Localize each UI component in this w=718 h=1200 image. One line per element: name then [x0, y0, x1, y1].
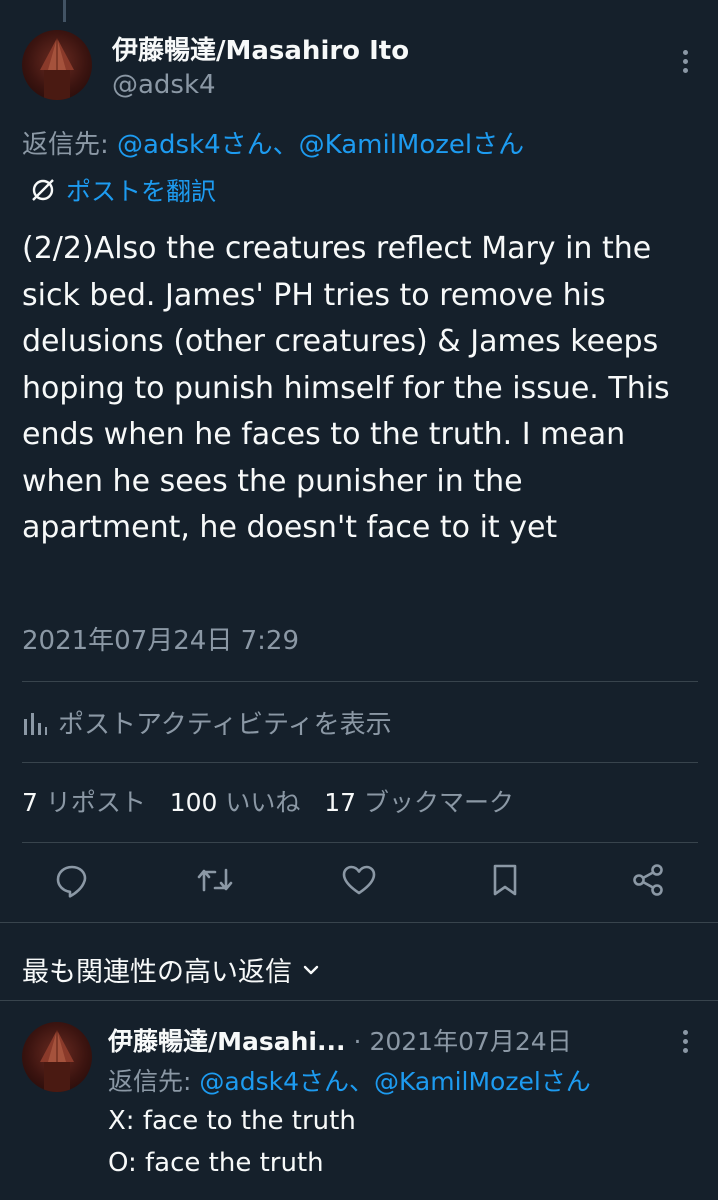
bookmarks-stat[interactable]: 17 ブックマーク — [324, 788, 514, 817]
reply-text-line: X: face to the truth — [108, 1106, 356, 1136]
reposts-label: リポスト — [45, 788, 146, 817]
divider — [0, 1000, 718, 1001]
divider — [22, 681, 698, 682]
reply-to-prefix: 返信先: — [22, 130, 118, 160]
tweet-text: (2/2)Also the creatures reflect Mary in … — [22, 231, 670, 545]
avatar-pyramid-head-image — [40, 1030, 74, 1092]
reply-reply-to-line: 返信先: @adsk4さん、@KamilMozelさん — [108, 1062, 591, 1098]
avatar-pyramid-head-image — [40, 38, 74, 100]
replies-sort-dropdown[interactable]: 最も関連性の高い返信 — [22, 950, 320, 989]
chevron-down-icon — [303, 965, 319, 974]
tweet-timestamp[interactable]: 2021年07月24日 7:29 — [22, 620, 299, 657]
author-avatar[interactable] — [22, 30, 92, 100]
thread-connector-line — [63, 0, 66, 22]
reply-header: 伊藤暢達/Masahi... · 2021年07月24日 — [108, 1022, 572, 1058]
divider — [22, 842, 698, 843]
like-button[interactable] — [339, 860, 379, 900]
repost-icon — [197, 868, 233, 892]
divider — [22, 762, 698, 763]
engagement-stats: 7 リポスト 100 いいね 17 ブックマーク — [22, 783, 514, 819]
bookmarks-label: ブックマーク — [364, 788, 515, 817]
share-icon — [633, 864, 663, 896]
reply-author-avatar[interactable] — [22, 1022, 92, 1092]
reply-reply-to-mentions[interactable]: @adsk4さん、@KamilMozelさん — [199, 1067, 590, 1096]
share-button[interactable] — [628, 860, 668, 900]
translate-post-button[interactable]: ポストを翻訳 — [28, 172, 216, 208]
bookmarks-count: 17 — [324, 788, 357, 817]
translate-label: ポストを翻訳 — [66, 177, 217, 206]
more-options-icon[interactable] — [680, 50, 690, 73]
view-post-activity-button[interactable]: ポストアクティビティを表示 — [22, 704, 392, 741]
reply-button[interactable] — [52, 860, 92, 900]
analytics-icon — [24, 712, 47, 735]
reply-to-mentions[interactable]: @adsk4さん、@KamilMozelさん — [117, 130, 524, 160]
reply-reply-to-prefix: 返信先: — [108, 1067, 200, 1096]
repost-button[interactable] — [195, 860, 235, 900]
reposts-stat[interactable]: 7 リポスト — [22, 788, 146, 817]
likes-stat[interactable]: 100 いいね — [170, 788, 301, 817]
reply-to-line: 返信先: @adsk4さん、@KamilMozelさん — [22, 124, 524, 161]
bookmark-icon — [493, 864, 517, 896]
likes-count: 100 — [169, 788, 218, 817]
author-name[interactable]: 伊藤暢達/Masahiro Ito — [112, 30, 409, 67]
likes-label: いいね — [225, 788, 301, 817]
reposts-count: 7 — [22, 788, 38, 817]
divider — [0, 922, 718, 923]
reply-more-options-icon[interactable] — [680, 1030, 690, 1053]
reply-separator: · — [353, 1027, 362, 1056]
like-icon — [342, 865, 376, 895]
activity-label: ポストアクティビティを表示 — [58, 710, 392, 740]
reply-date[interactable]: 2021年07月24日 — [369, 1022, 571, 1058]
author-handle[interactable]: @adsk4 — [112, 70, 216, 100]
reply-icon — [56, 865, 87, 898]
bookmark-button[interactable] — [485, 860, 525, 900]
replies-sort-label: 最も関連性の高い返信 — [22, 957, 292, 988]
translate-icon — [32, 179, 54, 201]
reply-text-line: O: face the truth — [108, 1148, 324, 1178]
reply-author-name[interactable]: 伊藤暢達/Masahi... — [108, 1022, 346, 1058]
